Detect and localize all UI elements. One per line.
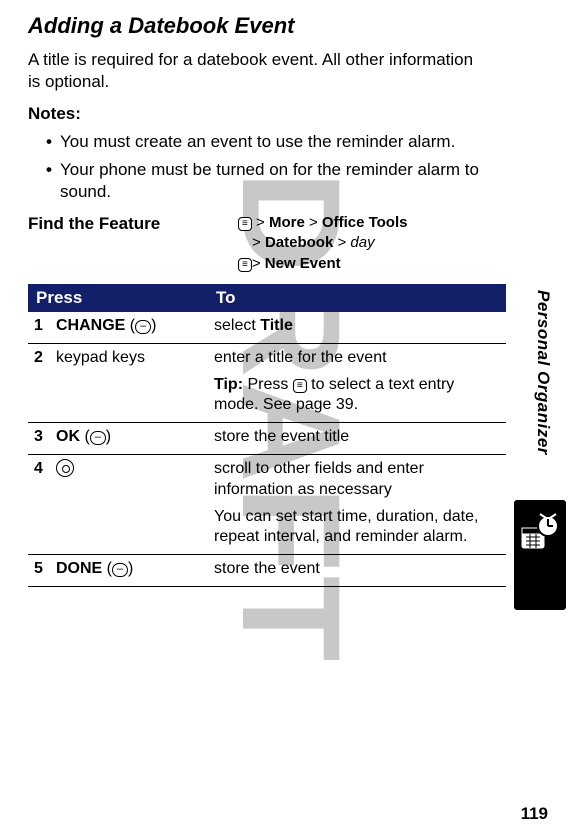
- table-row: 5 DONE (–) store the event: [28, 555, 506, 587]
- find-path: ≡ > More > Office Tools > Datebook > day…: [238, 213, 407, 274]
- menu-key-icon: ≡: [238, 217, 252, 231]
- softkey-icon: –: [90, 431, 106, 445]
- to-cell: store the event title: [208, 423, 506, 455]
- table-row: 4 scroll to other fields and enter infor…: [28, 454, 506, 554]
- page-content: Adding a Datebook Event A title is requi…: [0, 0, 582, 837]
- step-number: 4: [28, 454, 50, 554]
- page-number: 119: [521, 803, 548, 825]
- table-row: 3 OK (–) store the event title: [28, 423, 506, 455]
- press-cell: CHANGE (–): [50, 312, 208, 343]
- step-number: 5: [28, 555, 50, 587]
- press-cell: [50, 454, 208, 554]
- step-number: 3: [28, 423, 50, 455]
- table-row: 2 keypad keys enter a title for the even…: [28, 343, 506, 422]
- col-header-press: Press: [28, 284, 208, 312]
- menu-key-icon: ≡: [238, 258, 252, 272]
- notes-list: You must create an event to use the remi…: [28, 131, 506, 203]
- to-cell: store the event: [208, 555, 506, 587]
- table-row: 1 CHANGE (–) select Title: [28, 312, 506, 343]
- press-cell: OK (–): [50, 423, 208, 455]
- softkey-icon: –: [135, 320, 151, 334]
- col-header-to: To: [208, 284, 506, 312]
- to-cell: enter a title for the event Tip: Press ≡…: [208, 343, 506, 422]
- section-intro: A title is required for a datebook event…: [28, 49, 488, 93]
- notes-label: Notes:: [28, 103, 506, 125]
- to-cell: select Title: [208, 312, 506, 343]
- note-item: Your phone must be turned on for the rem…: [46, 159, 506, 203]
- section-title: Adding a Datebook Event: [28, 12, 506, 41]
- press-cell: keypad keys: [50, 343, 208, 422]
- step-number: 2: [28, 343, 50, 422]
- organizer-icon: [514, 500, 566, 610]
- find-label: Find the Feature: [28, 213, 238, 235]
- softkey-icon: –: [112, 563, 128, 577]
- side-section-label: Personal Organizer: [532, 290, 554, 455]
- nav-key-icon: [56, 459, 74, 477]
- note-item: You must create an event to use the remi…: [46, 131, 506, 153]
- find-the-feature: Find the Feature ≡ > More > Office Tools…: [28, 213, 506, 274]
- steps-table: Press To 1 CHANGE (–) select Title 2 key…: [28, 284, 506, 587]
- to-cell: scroll to other fields and enter informa…: [208, 454, 506, 554]
- step-number: 1: [28, 312, 50, 343]
- press-cell: DONE (–): [50, 555, 208, 587]
